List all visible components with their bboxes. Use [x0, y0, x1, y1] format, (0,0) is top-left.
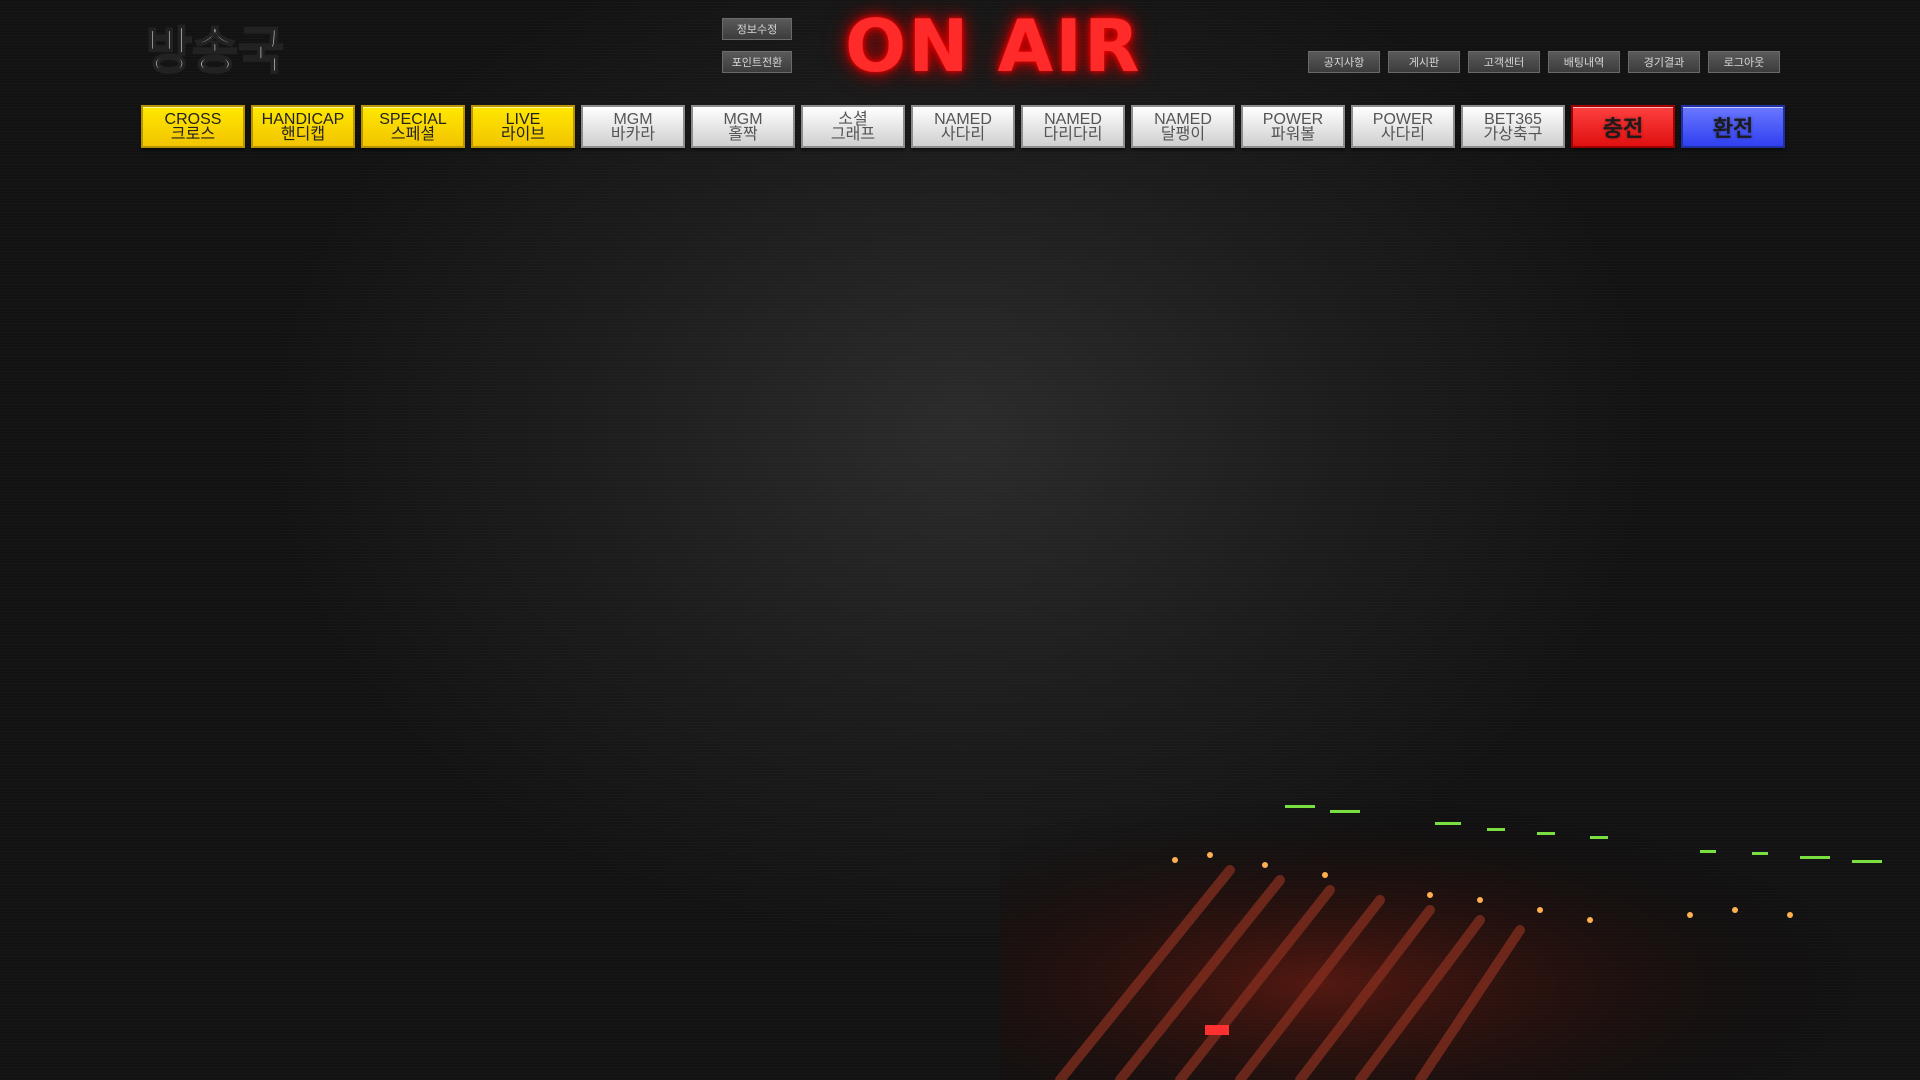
game-nav: CROSS 크로스 HANDICAP 핸디캡 SPECIAL 스페셜 LIVE …: [141, 105, 1785, 148]
nav-en-label: NAMED: [1044, 110, 1102, 128]
nav-en-label: LIVE: [505, 110, 541, 128]
nav-named-ladder[interactable]: NAMED 사다리: [911, 105, 1015, 148]
nav-ko-label: 달팽이: [1160, 125, 1206, 143]
on-air-sign: ON AIR: [845, 4, 1142, 88]
nav-power-ladder[interactable]: POWER 사다리: [1351, 105, 1455, 148]
nav-named-daridari[interactable]: NAMED 다리다리: [1021, 105, 1125, 148]
match-results-button[interactable]: 경기결과: [1628, 51, 1700, 73]
page-background: 방송국 정보수정 포인트전환 ON AIR 공지사항 게시판 고객센터 배팅내역…: [0, 0, 1920, 1080]
nav-ko-label: 스페셜: [390, 125, 436, 143]
customer-center-button[interactable]: 고객센터: [1468, 51, 1540, 73]
nav-ko-label: 사다리: [940, 125, 986, 143]
nav-en-label: 소셜: [838, 110, 868, 128]
nav-ko-label: 홀짝: [728, 125, 758, 143]
nav-en-label: SPECIAL: [379, 110, 447, 128]
nav-ko-label: 그래프: [830, 125, 876, 143]
nav-en-label: MGM: [613, 110, 653, 128]
nav-en-label: MGM: [723, 110, 763, 128]
withdraw-label: 환전: [1712, 116, 1754, 142]
deposit-button[interactable]: 충전: [1571, 105, 1675, 148]
point-convert-button[interactable]: 포인트전환: [722, 51, 792, 73]
nav-power-ball[interactable]: POWER 파워볼: [1241, 105, 1345, 148]
nav-social-graph[interactable]: 소셜 그래프: [801, 105, 905, 148]
nav-en-label: POWER: [1372, 110, 1434, 128]
nav-ko-label: 사다리: [1380, 125, 1426, 143]
nav-en-label: HANDICAP: [261, 110, 345, 128]
nav-handicap[interactable]: HANDICAP 핸디캡: [251, 105, 355, 148]
nav-en-label: CROSS: [164, 110, 222, 128]
nav-bet365-soccer[interactable]: BET365 가상축구: [1461, 105, 1565, 148]
nav-mgm-oddeven[interactable]: MGM 홀짝: [691, 105, 795, 148]
nav-ko-label: 바카라: [610, 125, 656, 143]
site-logo[interactable]: 방송국: [142, 14, 332, 84]
nav-special[interactable]: SPECIAL 스페셜: [361, 105, 465, 148]
nav-named-snail[interactable]: NAMED 달팽이: [1131, 105, 1235, 148]
nav-ko-label: 크로스: [170, 125, 216, 143]
nav-en-label: POWER: [1262, 110, 1324, 128]
nav-ko-label: 다리다리: [1043, 125, 1103, 143]
notice-button[interactable]: 공지사항: [1308, 51, 1380, 73]
edit-profile-button[interactable]: 정보수정: [722, 18, 792, 40]
nav-cross[interactable]: CROSS 크로스: [141, 105, 245, 148]
nav-ko-label: 파워볼: [1270, 125, 1316, 143]
nav-ko-label: 핸디캡: [280, 125, 326, 143]
nav-mgm-baccarat[interactable]: MGM 바카라: [581, 105, 685, 148]
deposit-label: 충전: [1602, 116, 1644, 142]
nav-live[interactable]: LIVE 라이브: [471, 105, 575, 148]
logout-button[interactable]: 로그아웃: [1708, 51, 1780, 73]
nav-en-label: NAMED: [1154, 110, 1212, 128]
nav-en-label: BET365: [1484, 110, 1542, 128]
mixing-console-image: [1000, 760, 1920, 1080]
bet-history-button[interactable]: 배팅내역: [1548, 51, 1620, 73]
logo-icon: 방송국: [145, 21, 285, 81]
withdraw-button[interactable]: 환전: [1681, 105, 1785, 148]
nav-en-label: NAMED: [934, 110, 992, 128]
nav-ko-label: 가상축구: [1483, 125, 1543, 143]
board-button[interactable]: 게시판: [1388, 51, 1460, 73]
logo-text: 방송국: [146, 22, 284, 80]
nav-ko-label: 라이브: [500, 125, 546, 143]
